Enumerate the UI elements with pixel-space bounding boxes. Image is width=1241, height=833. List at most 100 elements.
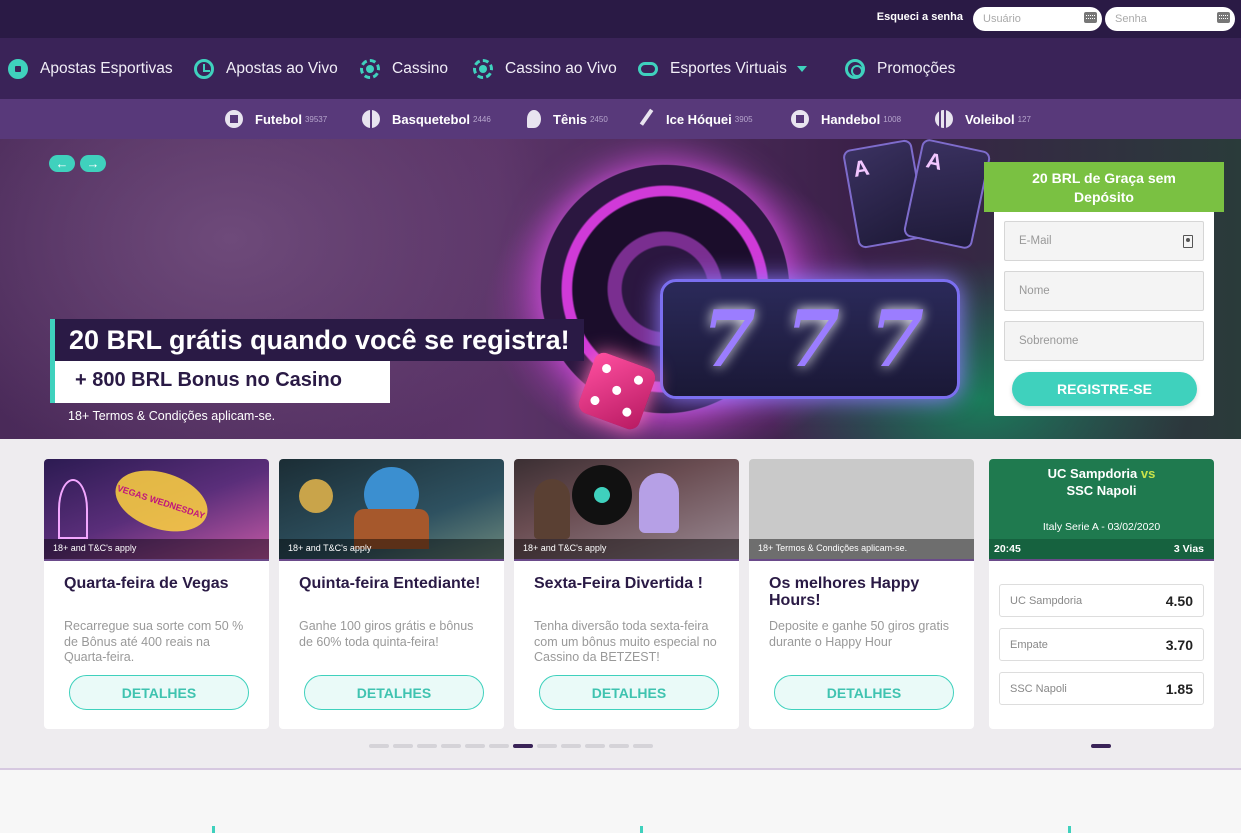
nav-label: Apostas Esportivas [40, 59, 173, 77]
keyboard-icon[interactable] [1084, 12, 1097, 23]
carousel-dot[interactable] [633, 744, 653, 748]
soccer-ball-icon [8, 58, 28, 79]
soccer-ball-icon [225, 110, 243, 128]
details-button[interactable]: DETALHES [69, 675, 249, 710]
live-casino-icon [473, 58, 493, 79]
sport-futebol[interactable]: Futebol 39537 [225, 99, 327, 139]
sport-label: Voleibol [965, 111, 1015, 127]
register-box: 20 BRL de Graça sem Depósito REGISTRE-SE [984, 162, 1224, 416]
volleyball-icon [935, 110, 953, 128]
playing-card-image: A [902, 139, 992, 251]
details-button[interactable]: DETALHES [304, 675, 484, 710]
promo-card[interactable]: 18+ and T&C's apply Sexta-Feira Divertid… [514, 459, 739, 729]
promo-title: Quinta-feira Entediante! [299, 575, 481, 592]
basketball-icon [362, 110, 380, 128]
carousel-next-button[interactable]: → [80, 155, 106, 172]
chevron-down-icon[interactable] [796, 65, 807, 72]
match-carousel-dot[interactable] [1091, 744, 1111, 748]
hero-subheadline: + 800 BRL Bonus no Casino [50, 361, 390, 403]
name-field[interactable] [1004, 271, 1204, 311]
nav-label: Cassino [392, 59, 448, 77]
slot-reel: 7 [869, 294, 925, 385]
carousel-dot[interactable] [537, 744, 557, 748]
sport-handebol[interactable]: Handebol 1008 [791, 99, 901, 139]
nav-cassino[interactable]: Cassino [360, 38, 448, 99]
home-team: UC Sampdoria [1047, 466, 1138, 481]
slot-reel: 7 [701, 294, 757, 385]
promo-card[interactable]: VEGAS WEDNESDAY 18+ and T&C's apply Quar… [44, 459, 269, 729]
promotions-section: VEGAS WEDNESDAY 18+ and T&C's apply Quar… [0, 439, 1241, 769]
sport-count: 1008 [883, 114, 902, 124]
sport-label: Basquetebol [392, 111, 471, 127]
casino-chip-icon [360, 58, 380, 79]
nav-label: Esportes Virtuais [670, 59, 787, 77]
carousel-dot[interactable] [489, 744, 509, 748]
carousel-dot[interactable] [513, 744, 533, 748]
odds-button-away[interactable]: SSC Napoli 1.85 [999, 672, 1204, 705]
carousel-dot[interactable] [441, 744, 461, 748]
nav-esportes-virtuais[interactable]: Esportes Virtuais [638, 38, 807, 99]
sport-count: 2446 [473, 114, 491, 124]
carousel-dot[interactable] [393, 744, 413, 748]
promo-description: Deposite e ganhe 50 giros gratis durante… [769, 619, 949, 649]
nav-apostas-esportivas[interactable]: Apostas Esportivas [8, 38, 173, 99]
keyboard-icon[interactable] [1217, 12, 1230, 23]
odds-label: UC Sampdoria [1010, 595, 1083, 607]
register-button[interactable]: REGISTRE-SE [1012, 372, 1197, 406]
email-field[interactable] [1004, 221, 1204, 261]
away-team: SSC Napoli [1066, 483, 1137, 498]
carousel-pagination [369, 744, 657, 748]
sport-label: Futebol [255, 111, 302, 127]
sport-count: 39537 [304, 114, 328, 124]
slot-reel: 7 [785, 294, 841, 385]
promo-description: Ganhe 100 giros grátis e bônus de 60% to… [299, 619, 474, 649]
name-input[interactable] [1005, 272, 1203, 310]
details-button[interactable]: DETALHES [539, 675, 719, 710]
contact-card-icon [1183, 235, 1193, 248]
carousel-dot[interactable] [369, 744, 389, 748]
sport-voleibol[interactable]: Voleibol 127 [935, 99, 1031, 139]
odds-button-draw[interactable]: Empate 3.70 [999, 628, 1204, 661]
carousel-dot[interactable] [465, 744, 485, 748]
promo-badge: 18+ and T&C's apply [514, 539, 739, 559]
password-field[interactable] [1105, 7, 1235, 31]
sport-ice-hoquei[interactable]: Ice Hóquei 3905 [639, 99, 753, 139]
sport-basquetebol[interactable]: Basquetebol 2446 [362, 99, 491, 139]
sport-count: 3905 [734, 114, 753, 124]
email-input[interactable] [1005, 222, 1203, 260]
odds-button-home[interactable]: UC Sampdoria 4.50 [999, 584, 1204, 617]
hero-headline: 20 BRL grátis quando você se registra! [50, 319, 584, 361]
carousel-dot[interactable] [561, 744, 581, 748]
slot-machine-image: 7 7 7 [660, 279, 960, 399]
match-card: UC Sampdoria vs SSC Napoli Italy Serie A… [989, 459, 1214, 729]
nav-apostas-ao-vivo[interactable]: Apostas ao Vivo [194, 38, 338, 99]
promo-card[interactable]: 18+ and T&C's apply Quinta-feira Entedia… [279, 459, 504, 729]
carousel-dot[interactable] [609, 744, 629, 748]
odds-label: SSC Napoli [1010, 683, 1067, 695]
promo-title: Quarta-feira de Vegas [64, 575, 229, 592]
promo-title: Sexta-Feira Divertida ! [534, 575, 703, 592]
details-button[interactable]: DETALHES [774, 675, 954, 710]
match-teams: UC Sampdoria vs SSC Napoli [989, 465, 1214, 499]
username-field[interactable] [973, 7, 1102, 31]
promo-card[interactable]: 18+ Termos & Condições aplicam-se. Os me… [749, 459, 974, 729]
forgot-password-link[interactable]: Esqueci a senha [877, 11, 963, 23]
bottom-section [0, 770, 1241, 833]
carousel-prev-button[interactable]: ← [49, 155, 75, 172]
carousel-dot[interactable] [417, 744, 437, 748]
hockey-stick-icon [639, 108, 659, 130]
sport-tenis[interactable]: Tênis 2450 [527, 99, 608, 139]
sports-bar: Futebol 39537 Basquetebol 2446 Tênis 245… [0, 99, 1241, 139]
surname-field[interactable] [1004, 321, 1204, 361]
username-input[interactable] [973, 7, 1102, 31]
nav-promocoes[interactable]: Promoções [845, 38, 955, 99]
nav-cassino-ao-vivo[interactable]: Cassino ao Vivo [473, 38, 617, 99]
odds-value: 3.70 [1165, 637, 1193, 653]
carousel-dot[interactable] [585, 744, 605, 748]
odds-value: 4.50 [1165, 593, 1193, 609]
password-input[interactable] [1105, 7, 1235, 31]
match-market: 3 Vias [1173, 543, 1204, 555]
sport-label: Ice Hóquei [666, 111, 732, 127]
odds-value: 1.85 [1165, 681, 1193, 697]
surname-input[interactable] [1005, 322, 1203, 360]
